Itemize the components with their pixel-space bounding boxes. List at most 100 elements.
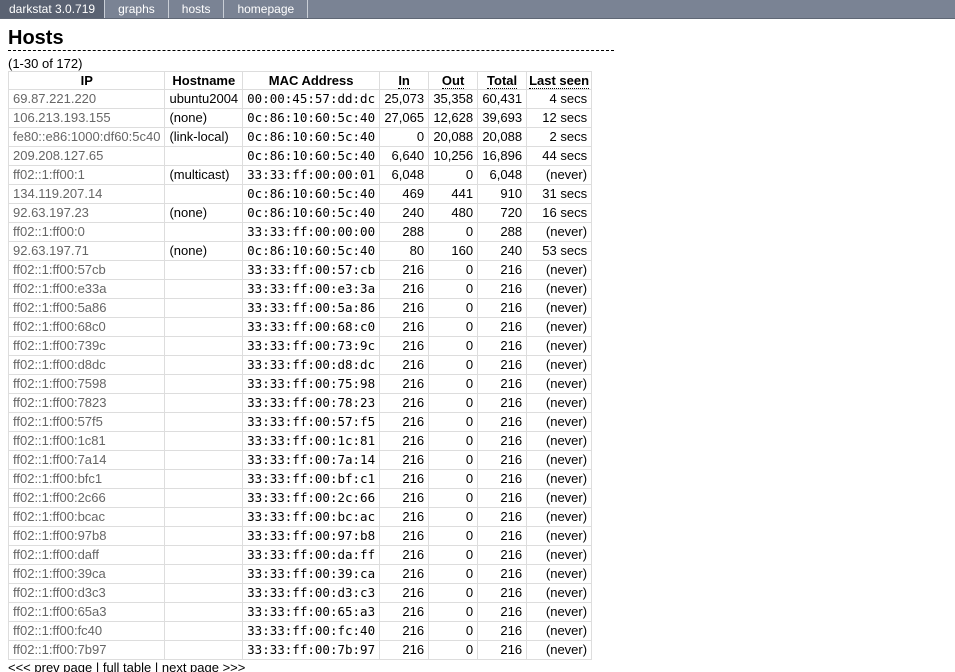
cell-ip[interactable]: ff02::1:ff00:65a3	[7, 602, 166, 622]
cell-ip[interactable]: ff02::1:ff00:7b97	[7, 640, 166, 660]
cell-in: 216	[379, 260, 430, 280]
cell-total: 39,693	[477, 108, 528, 128]
cell-last-seen: (never)	[526, 526, 593, 546]
top-navbar: darkstat 3.0.719 graphs hosts homepage	[0, 0, 955, 19]
cell-ip[interactable]: 92.63.197.23	[7, 203, 166, 223]
pager-separator: |	[92, 660, 103, 672]
cell-hostname: (none)	[164, 241, 244, 261]
cell-last-seen: 4 secs	[526, 89, 593, 109]
column-header-in[interactable]: In	[379, 71, 430, 90]
cell-ip[interactable]: 69.87.221.220	[7, 89, 166, 109]
cell-ip[interactable]: ff02::1:ff00:fc40	[7, 621, 166, 641]
cell-total: 216	[477, 355, 528, 375]
cell-hostname	[164, 374, 244, 394]
cell-ip[interactable]: fe80::e86:1000:df60:5c40	[7, 127, 166, 147]
cell-ip[interactable]: ff02::1:ff00:d3c3	[7, 583, 166, 603]
table-row: ff02::1:ff00:97b8 33:33:ff:00:97:b8 216 0 21…	[7, 526, 593, 546]
cell-out: 0	[428, 469, 479, 489]
cell-hostname: (none)	[164, 203, 244, 223]
cell-ip[interactable]: ff02::1:ff00:d8dc	[7, 355, 166, 375]
cell-in: 216	[379, 393, 430, 413]
cell-hostname	[164, 640, 244, 660]
cell-hostname	[164, 393, 244, 413]
cell-hostname: (none)	[164, 108, 244, 128]
cell-ip[interactable]: 106.213.193.155	[7, 108, 166, 128]
cell-total: 216	[477, 469, 528, 489]
cell-out: 0	[428, 279, 479, 299]
table-row: ff02::1:ff00:7823 33:33:ff:00:78:23 216 0 21…	[7, 393, 593, 413]
cell-out: 160	[428, 241, 479, 261]
cell-ip[interactable]: ff02::1:ff00:0	[7, 222, 166, 242]
nav-link-graphs[interactable]: graphs	[105, 0, 169, 18]
cell-total: 216	[477, 564, 528, 584]
cell-out: 0	[428, 374, 479, 394]
cell-out: 0	[428, 165, 479, 185]
column-header-last-seen[interactable]: Last seen	[526, 71, 593, 90]
cell-ip[interactable]: ff02::1:ff00:bcac	[7, 507, 166, 527]
cell-ip[interactable]: ff02::1:ff00:bfc1	[7, 469, 166, 489]
prev-page-link[interactable]: <<< prev page	[8, 660, 92, 672]
cell-out: 0	[428, 621, 479, 641]
column-header-total[interactable]: Total	[477, 71, 528, 90]
cell-last-seen: (never)	[526, 583, 593, 603]
table-row: 69.87.221.220 ubuntu2004 00:00:45:57:dd:dc…	[7, 89, 593, 109]
cell-last-seen: (never)	[526, 640, 593, 660]
cell-hostname	[164, 260, 244, 280]
table-row: ff02::1:ff00:2c66 33:33:ff:00:2c:66 216 0 21…	[7, 488, 593, 508]
nav-link-hosts[interactable]: hosts	[169, 0, 225, 18]
cell-ip[interactable]: ff02::1:ff00:7598	[7, 374, 166, 394]
cell-ip[interactable]: 92.63.197.71	[7, 241, 166, 261]
page-title: Hosts	[8, 26, 614, 51]
cell-ip[interactable]: ff02::1:ff00:7823	[7, 393, 166, 413]
cell-total: 216	[477, 621, 528, 641]
cell-total: 216	[477, 583, 528, 603]
cell-last-seen: (never)	[526, 602, 593, 622]
table-row: ff02::1:ff00:39ca 33:33:ff:00:39:ca 216 0 21…	[7, 564, 593, 584]
pagination: <<< prev page | full table | next page >…	[8, 660, 947, 672]
table-row: ff02::1:ff00:1c81 33:33:ff:00:1c:81 216 0 21…	[7, 431, 593, 451]
cell-last-seen: (never)	[526, 450, 593, 470]
cell-ip[interactable]: ff02::1:ff00:739c	[7, 336, 166, 356]
cell-in: 216	[379, 412, 430, 432]
full-table-link[interactable]: full table	[103, 660, 151, 672]
cell-total: 216	[477, 545, 528, 565]
next-page-link[interactable]: next page >>>	[162, 660, 246, 672]
nav-link-homepage[interactable]: homepage	[224, 0, 309, 18]
cell-last-seen: 31 secs	[526, 184, 593, 204]
cell-hostname	[164, 526, 244, 546]
cell-ip[interactable]: ff02::1:ff00:39ca	[7, 564, 166, 584]
cell-mac: 33:33:ff:00:7a:14	[242, 450, 381, 470]
cell-out: 0	[428, 298, 479, 318]
cell-ip[interactable]: ff02::1:ff00:1c81	[7, 431, 166, 451]
cell-mac: 33:33:ff:00:e3:3a	[242, 279, 381, 299]
cell-mac: 0c:86:10:60:5c:40	[242, 127, 381, 147]
cell-hostname	[164, 279, 244, 299]
cell-ip[interactable]: 209.208.127.65	[7, 146, 166, 166]
cell-out: 0	[428, 355, 479, 375]
cell-ip[interactable]: ff02::1:ff00:7a14	[7, 450, 166, 470]
cell-last-seen: (never)	[526, 317, 593, 337]
cell-last-seen: (never)	[526, 545, 593, 565]
cell-ip[interactable]: ff02::1:ff00:1	[7, 165, 166, 185]
cell-ip[interactable]: ff02::1:ff00:daff	[7, 545, 166, 565]
cell-in: 25,073	[379, 89, 430, 109]
cell-ip[interactable]: ff02::1:ff00:e33a	[7, 279, 166, 299]
cell-total: 216	[477, 640, 528, 660]
cell-out: 0	[428, 583, 479, 603]
cell-ip[interactable]: ff02::1:ff00:5a86	[7, 298, 166, 318]
cell-ip[interactable]: ff02::1:ff00:2c66	[7, 488, 166, 508]
cell-total: 216	[477, 279, 528, 299]
cell-in: 6,048	[379, 165, 430, 185]
cell-total: 216	[477, 488, 528, 508]
cell-out: 441	[428, 184, 479, 204]
cell-ip[interactable]: 134.119.207.14	[7, 184, 166, 204]
cell-in: 216	[379, 583, 430, 603]
cell-in: 216	[379, 640, 430, 660]
cell-ip[interactable]: ff02::1:ff00:57f5	[7, 412, 166, 432]
cell-ip[interactable]: ff02::1:ff00:57cb	[7, 260, 166, 280]
cell-in: 216	[379, 526, 430, 546]
column-header-out[interactable]: Out	[428, 71, 479, 90]
cell-ip[interactable]: ff02::1:ff00:97b8	[7, 526, 166, 546]
cell-ip[interactable]: ff02::1:ff00:68c0	[7, 317, 166, 337]
table-row: ff02::1:ff00:bfc1 33:33:ff:00:bf:c1 216 0 21…	[7, 469, 593, 489]
